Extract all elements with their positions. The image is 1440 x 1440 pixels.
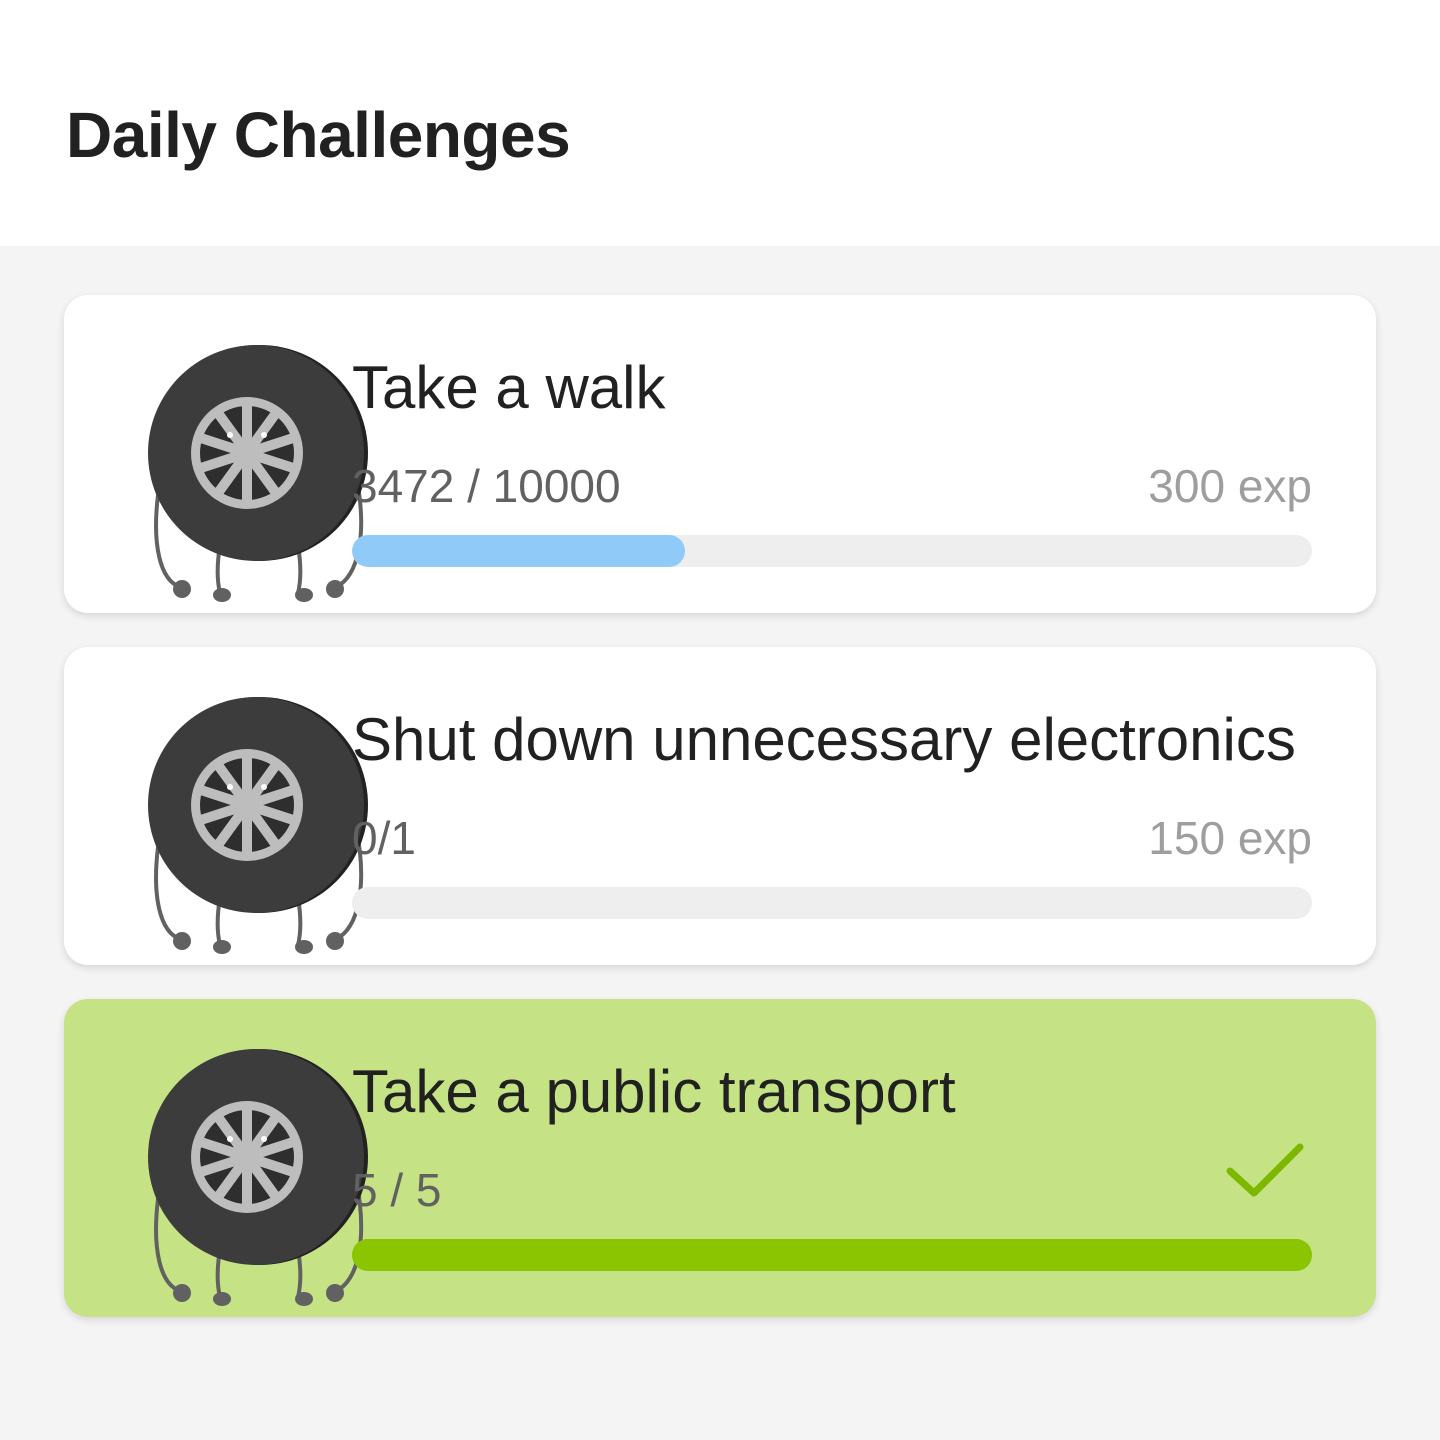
- app-header: Daily Challenges: [0, 0, 1440, 246]
- tire-mascot-icon: [148, 1049, 368, 1306]
- challenge-title: Take a public transport: [352, 1058, 956, 1125]
- challenge-title: Take a walk: [352, 354, 666, 421]
- challenge-card-electronics[interactable]: Shut down unnecessary electronics 0/1 15…: [64, 647, 1376, 965]
- challenge-progress-text: 3472 / 10000: [352, 460, 621, 512]
- progress-bar: [352, 1239, 1312, 1271]
- challenge-reward: 150 exp: [1148, 812, 1312, 864]
- challenge-card-public-transport[interactable]: Take a public transport 5 / 5: [64, 999, 1376, 1317]
- checkmark-icon: [1226, 1143, 1304, 1197]
- progress-bar: [352, 887, 1312, 919]
- page-title: Daily Challenges: [66, 99, 571, 171]
- tire-mascot-icon: [148, 697, 368, 954]
- challenge-progress-text: 0/1: [352, 812, 416, 864]
- challenge-card-walk[interactable]: Take a walk 3472 / 10000 300 exp: [64, 295, 1376, 613]
- challenge-title: Shut down unnecessary electronics: [352, 706, 1296, 773]
- progress-bar-fill: [352, 1239, 1312, 1271]
- progress-bar: [352, 535, 1312, 567]
- tire-mascot-icon: [148, 345, 368, 602]
- progress-bar-fill: [352, 535, 686, 567]
- challenge-progress-text: 5 / 5: [352, 1164, 442, 1216]
- challenge-reward: 300 exp: [1148, 460, 1312, 512]
